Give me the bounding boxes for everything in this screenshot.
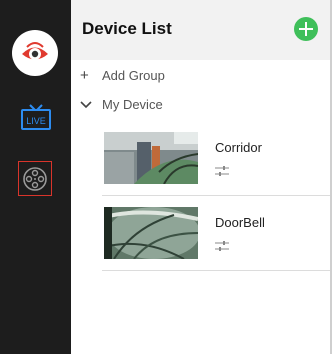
app-logo [12,30,58,76]
playback-button[interactable] [18,161,52,196]
sliders-icon[interactable] [215,164,229,176]
film-reel-icon [23,166,47,191]
page-title: Device List [82,19,172,38]
sliders-icon[interactable] [215,239,229,251]
add-group-row[interactable]: + Add Group [71,60,332,90]
my-device-group[interactable]: My Device [71,89,332,119]
add-device-button[interactable] [294,17,318,41]
panel-header: Device List [71,0,332,60]
plus-icon: + [80,66,89,84]
eye-logo-icon [17,35,53,71]
sidebar: LIVE [0,0,71,354]
device-card-doorbell[interactable]: DoorBell [102,196,330,271]
live-label: LIVE [26,116,46,126]
camera-thumbnail [104,207,198,259]
device-card-corridor[interactable]: Corridor [102,121,330,196]
camera-thumbnail [104,132,198,184]
device-name: Corridor [215,140,262,155]
device-list-panel: Device List + Add Group My Device Corrid… [71,0,332,354]
my-device-label: My Device [102,96,163,112]
add-group-label: Add Group [102,67,165,83]
device-name: DoorBell [215,215,265,230]
chevron-down-icon [80,96,102,113]
tv-live-icon: LIVE [21,104,51,130]
live-view-button[interactable]: LIVE [19,103,53,133]
